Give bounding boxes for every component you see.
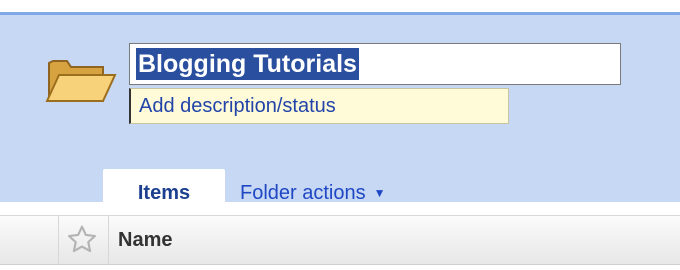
folder-title-text: Blogging Tutorials (136, 48, 359, 80)
chevron-down-icon: ▼ (373, 186, 386, 200)
tab-items[interactable]: Items (103, 169, 225, 217)
folder-title-input[interactable]: Blogging Tutorials (129, 43, 621, 85)
tab-items-label: Items (137, 181, 191, 204)
list-column-header: Name (0, 215, 680, 265)
folder-header: Blogging Tutorials Add description/statu… (0, 12, 680, 217)
top-border (0, 0, 680, 12)
folder-description-input[interactable]: Add description/status (129, 88, 509, 124)
column-divider (58, 216, 59, 264)
folder-actions-menu[interactable]: Folder actions ▼ (240, 169, 386, 217)
column-divider (108, 216, 109, 264)
name-column-label: Name (118, 228, 173, 251)
folder-open-icon (45, 60, 117, 102)
folder-actions-label: Folder actions (240, 181, 366, 204)
name-column-header[interactable]: Name (118, 216, 172, 264)
star-icon[interactable] (66, 224, 98, 256)
